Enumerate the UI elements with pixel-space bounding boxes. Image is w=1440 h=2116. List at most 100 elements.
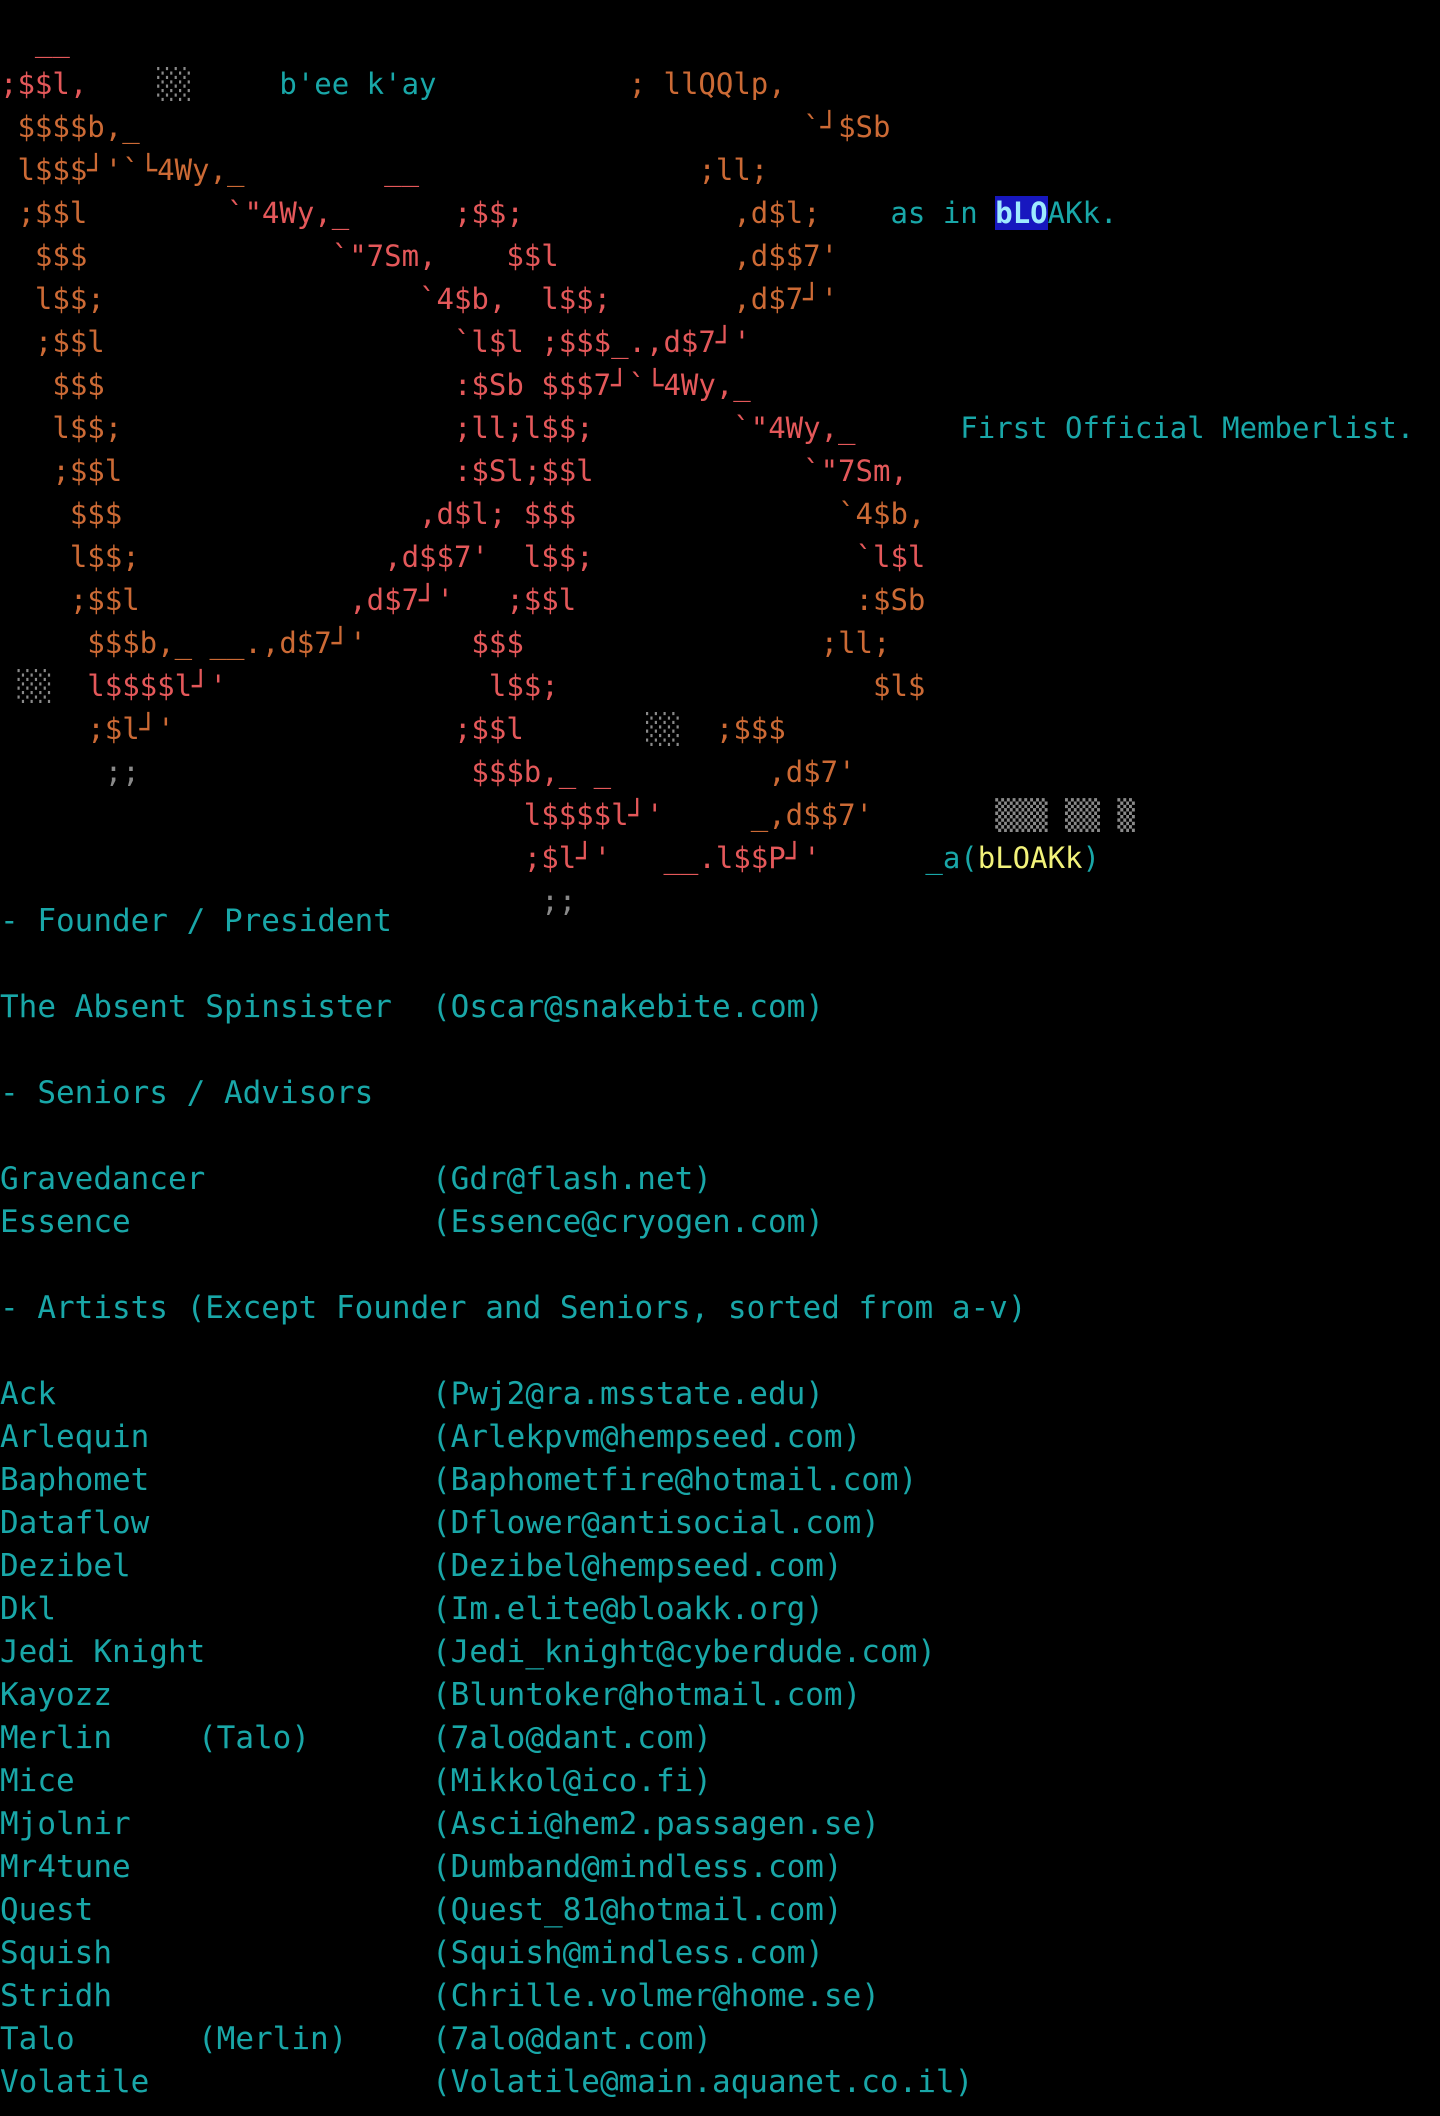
art-segment: `"4Wy,_: [593, 411, 856, 445]
art-segment: `4$b, l$$;: [104, 282, 612, 316]
art-segment: l$$;: [0, 282, 105, 316]
member-row: The Absent Spinsister (Oscar@snakebite.co…: [0, 986, 1440, 1029]
art-segment: $$$$b,_: [0, 110, 140, 144]
art-segment: ,d$7': [611, 755, 856, 789]
member-row: Stridh (Chrille.volmer@home.se): [0, 1975, 1440, 2018]
member-name: Kayozz: [0, 1677, 112, 1713]
art-segment: :$Sb $$$7┘`└4Wy,_: [104, 368, 751, 402]
art-segment: $$$: [0, 368, 105, 402]
section-heading-founder: - Founder / President: [0, 903, 392, 939]
art-segment: ;$l┘': [0, 841, 612, 875]
member-email: (Pwj2@ra.msstate.edu): [432, 1376, 824, 1412]
member-email: (Mikkol@ico.fi): [432, 1763, 712, 1799]
art-segment: ░░: [523, 712, 681, 746]
member-email: (Ascii@hem2.passagen.se): [432, 1806, 880, 1842]
member-name: Quest: [0, 1892, 94, 1928]
member-email: (Dflower@antisocial.com): [432, 1505, 880, 1541]
art-line: l$$; `4$b, l$$; ,d$7┘': [0, 278, 838, 321]
member-email: (Arlekpvm@hempseed.com): [432, 1419, 862, 1455]
member-email: (7alo@dant.com): [432, 2021, 712, 2057]
art-line: $$$ `"7Sm, $$l ,d$$7': [0, 235, 838, 278]
member-row: Ack (Pwj2@ra.msstate.edu): [0, 1373, 1440, 1416]
art-line: ;$$l `l$l ;$$$_.,d$7┘': [0, 321, 751, 364]
art-segment: `l$l: [593, 540, 926, 574]
member-name: Mice: [0, 1763, 75, 1799]
art-segment: `"7Sm,: [593, 454, 908, 488]
art-segment: ;$l┘': [0, 712, 175, 746]
art-segment: $$$: [366, 626, 524, 660]
art-line: l$$; ,d$$7' l$$; `l$l: [0, 536, 926, 579]
art-line: ;; $$$b,_ _ ,d$7': [0, 751, 856, 794]
member-name: The Absent Spinsister: [0, 989, 392, 1025]
art-line: ;$$l, ░░ b'ee k'ay ; llQQlp,: [0, 63, 786, 106]
member-name: Squish: [0, 1935, 112, 1971]
art-segment: ;$$l: [174, 712, 524, 746]
member-name: Merlin: [0, 1720, 112, 1756]
member-email: (Dezibel@hempseed.com): [432, 1548, 843, 1584]
art-line: $$$b,_ __.,d$7┘' $$$ ;ll;: [0, 622, 890, 665]
art-segment: `4$b,: [576, 497, 926, 531]
art-segment: l$$;: [226, 669, 559, 703]
member-name: Stridh: [0, 1978, 112, 2014]
art-segment: First Official Memberlist.: [855, 411, 1415, 445]
art-segment: ;$$l: [0, 325, 105, 359]
art-segment: ▒▒▒ ▒▒ ▒: [872, 798, 1135, 832]
art-segment: l$$$$l┘': [0, 798, 664, 832]
art-segment: $$$: [0, 239, 88, 273]
member-row: Essence (Essence@cryogen.com): [0, 1201, 1440, 1244]
art-segment: `l$l ;$$$_.,d$7┘': [104, 325, 751, 359]
member-row: Mice (Mikkol@ico.fi): [0, 1760, 1440, 1803]
art-line: ;$$l :$Sl;$$l `"7Sm,: [0, 450, 908, 493]
art-segment: :$Sl;$$l: [122, 454, 594, 488]
ascii-art-logo: __ ;$$l, ░░ b'ee k'ay ; llQQlp, $$$$b,_ `…: [0, 0, 1440, 918]
art-segment: ,d$7┘' ;$$l: [139, 583, 577, 617]
art-segment: ; llQQlp,: [436, 67, 786, 101]
art-segment: bLOAKk: [977, 841, 1083, 875]
member-email: (Im.elite@bloakk.org): [432, 1591, 824, 1627]
member-name: Dkl: [0, 1591, 56, 1627]
member-email: (Dumband@mindless.com): [432, 1849, 843, 1885]
art-segment: ,d$$7' l$$;: [139, 540, 594, 574]
art-line: ░░ l$$$$l┘' l$$; $l$: [0, 665, 925, 708]
member-name: Dataflow: [0, 1505, 150, 1541]
art-segment: as in: [820, 196, 996, 230]
member-row: Dataflow (Dflower@antisocial.com): [0, 1502, 1440, 1545]
art-line: ;$$l `"4Wy,_ ;$$; ,d$l; as in bLOAKk.: [0, 192, 1117, 235]
member-email: (Volatile@main.aquanet.co.il): [432, 2064, 974, 2100]
member-email: (Chrille.volmer@home.se): [432, 1978, 880, 2014]
art-segment: ;ll;: [419, 153, 769, 187]
art-segment: b'ee k'ay: [279, 67, 437, 101]
art-segment: ,d$l; $$$: [122, 497, 577, 531]
art-segment: $l$: [558, 669, 926, 703]
art-segment: ,d$$7': [558, 239, 839, 273]
member-name: Mjolnir: [0, 1806, 131, 1842]
section-heading-artists: - Artists (Except Founder and Seniors, s…: [0, 1290, 1027, 1326]
member-name: Volatile: [0, 2064, 150, 2100]
art-segment: $$$b,_ _: [139, 755, 612, 789]
art-segment: ;$$$: [680, 712, 786, 746]
art-segment: $$$b,_ __.,d$7┘': [0, 626, 367, 660]
art-line: ;$l┘' __.l$$P┘' _a(bLOAKk): [0, 837, 1100, 880]
member-email: (Jedi_knight@cyberdude.com): [432, 1634, 936, 1670]
member-email: (Squish@mindless.com): [432, 1935, 824, 1971]
art-segment: `"7Sm, $$l: [87, 239, 559, 273]
member-alias: (Talo): [198, 1720, 310, 1756]
art-segment: l$$;: [0, 540, 140, 574]
member-row: Merlin (Talo) (7alo@dant.com): [0, 1717, 1440, 1760]
art-segment: :$Sb: [576, 583, 926, 617]
art-segment: ;$$l: [0, 196, 88, 230]
member-email: (Oscar@snakebite.com): [432, 989, 824, 1025]
art-line: $$$ :$Sb $$$7┘`└4Wy,_: [0, 364, 751, 407]
art-segment: ;$$l: [0, 583, 140, 617]
member-email: (Essence@cryogen.com): [432, 1204, 824, 1240]
art-segment: ░░: [0, 669, 70, 703]
art-segment: l$$$┘'`└4Wy,_: [0, 153, 245, 187]
member-row: Dkl (Im.elite@bloakk.org): [0, 1588, 1440, 1631]
art-line: ;$$l ,d$7┘' ;$$l :$Sb: [0, 579, 926, 622]
member-row: Talo (Merlin) (7alo@dant.com): [0, 2018, 1440, 2061]
member-row: Jedi Knight (Jedi_knight@cyberdude.com): [0, 1631, 1440, 1674]
section-heading-seniors: - Seniors / Advisors: [0, 1075, 374, 1111]
member-row: Gravedancer (Gdr@flash.net): [0, 1158, 1440, 1201]
member-email: (Baphometfire@hotmail.com): [432, 1462, 918, 1498]
art-segment: ,d$l;: [523, 196, 821, 230]
